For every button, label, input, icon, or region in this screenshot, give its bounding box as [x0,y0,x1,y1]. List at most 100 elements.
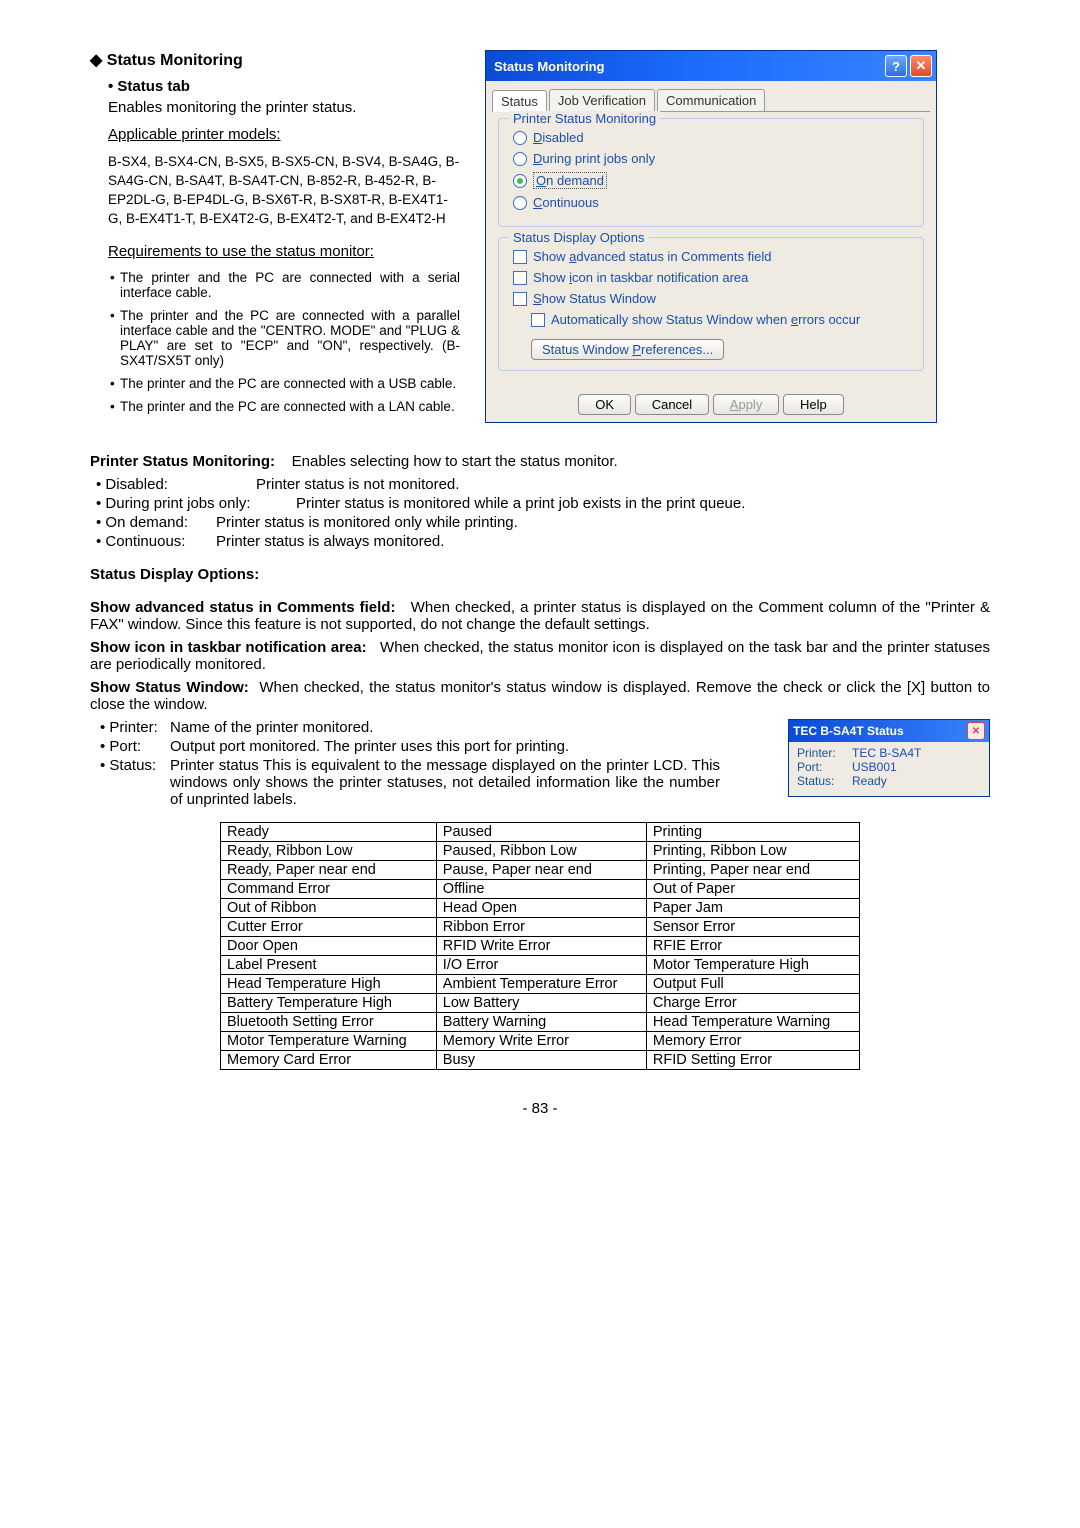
ok-button[interactable]: OK [578,394,631,415]
table-row: Memory Card ErrorBusyRFID Setting Error [221,1051,860,1070]
table-cell: Low Battery [436,994,646,1013]
psm-item-text: Printer status is not monitored. [256,476,459,493]
table-cell: Sensor Error [646,918,859,937]
table-row: Ready, Ribbon LowPaused, Ribbon LowPrint… [221,842,860,861]
help-icon[interactable]: ? [885,55,907,77]
psm-item-text: Printer status is monitored only while p… [216,514,518,531]
sw-status-value: Ready [852,774,887,788]
chk-status-window[interactable]: Show Status Window [513,291,913,306]
help-button[interactable]: Help [783,394,844,415]
table-cell: Memory Error [646,1032,859,1051]
sdo-icon-para: Show icon in taskbar notification area: … [90,639,990,673]
sdo-item-label: • Status: [100,757,170,808]
psm-heading: Printer Status Monitoring: [90,453,275,470]
cancel-button[interactable]: Cancel [635,394,709,415]
table-cell: Out of Ribbon [221,899,437,918]
radio-during-print[interactable]: During print jobs only [513,151,913,166]
chk-auto-show[interactable]: Automatically show Status Window when er… [531,312,913,327]
status-display-options-group: Status Display Options Show advanced sta… [498,237,924,371]
table-cell: Memory Card Error [221,1051,437,1070]
sdo-win-para: Show Status Window: When checked, the st… [90,679,990,713]
table-row: Door OpenRFID Write ErrorRFIE Error [221,937,860,956]
radio-on-demand[interactable]: On demand [513,172,913,189]
page-number: - 83 - [90,1100,990,1117]
table-cell: RFID Write Error [436,937,646,956]
table-row: ReadyPausedPrinting [221,823,860,842]
table-cell: Out of Paper [646,880,859,899]
group-legend: Status Display Options [509,230,649,245]
dialog-title: Status Monitoring [494,59,882,74]
requirements-list: •The printer and the PC are connected wi… [110,270,460,414]
section-title-text: Status Monitoring [107,52,243,69]
sdo-item-text: Printer status This is equivalent to the… [170,757,720,808]
radio-continuous[interactable]: Continuous [513,195,913,210]
sdo-adv-para: Show advanced status in Comments field: … [90,599,990,633]
requirements-label: Requirements to use the status monitor: [108,243,460,260]
req-item: •The printer and the PC are connected wi… [110,376,460,391]
table-cell: Battery Warning [436,1013,646,1032]
tab-status[interactable]: Status [492,90,547,112]
radio-disabled[interactable]: Disabled [513,130,913,145]
section-heading: ◆ Status Monitoring [90,50,460,70]
table-cell: I/O Error [436,956,646,975]
sw-port-label: Port: [797,760,852,774]
applicable-models: B-SX4, B-SX4-CN, B-SX5, B-SX5-CN, B-SV4,… [108,153,460,229]
psm-desc: Enables selecting how to start the statu… [292,453,618,470]
group-legend: Printer Status Monitoring [509,111,660,126]
apply-button[interactable]: Apply [713,394,780,415]
table-cell: Ambient Temperature Error [436,975,646,994]
dialog-button-row: OK Cancel Apply Help [486,391,936,422]
tab-communication[interactable]: Communication [657,89,765,111]
table-cell: Ready, Ribbon Low [221,842,437,861]
dialog-titlebar: Status Monitoring ? ✕ [486,51,936,81]
table-cell: Head Temperature Warning [646,1013,859,1032]
table-cell: Battery Temperature High [221,994,437,1013]
status-tab-label: • Status tab [108,78,460,95]
table-row: Out of RibbonHead OpenPaper Jam [221,899,860,918]
status-monitoring-dialog: Status Monitoring ? ✕ Status Job Verific… [485,50,937,423]
table-cell: Command Error [221,880,437,899]
table-cell: Printing, Ribbon Low [646,842,859,861]
close-icon[interactable]: ✕ [910,55,932,77]
sdo-heading: Status Display Options: [90,566,259,583]
chk-advanced-status[interactable]: Show advanced status in Comments field [513,249,913,264]
table-cell: Paper Jam [646,899,859,918]
table-cell: Cutter Error [221,918,437,937]
tab-row: Status Job Verification Communication [492,89,930,112]
table-row: Cutter ErrorRibbon ErrorSensor Error [221,918,860,937]
table-cell: Memory Write Error [436,1032,646,1051]
sw-port-value: USB001 [852,760,897,774]
status-tab-desc: Enables monitoring the printer status. [108,99,460,116]
req-item: •The printer and the PC are connected wi… [110,399,460,414]
req-item: •The printer and the PC are connected wi… [110,270,460,300]
table-cell: Door Open [221,937,437,956]
table-row: Head Temperature HighAmbient Temperature… [221,975,860,994]
status-window-preferences-button[interactable]: Status Window Preferences... [531,339,724,360]
tab-job-verification[interactable]: Job Verification [549,89,655,111]
status-win-title: TEC B-SA4T Status [793,724,967,738]
status-messages-table: ReadyPausedPrintingReady, Ribbon LowPaus… [220,822,860,1070]
table-cell: Ready [221,823,437,842]
psm-item-label: • During print jobs only: [96,495,296,512]
psm-list: • Disabled:Printer status is not monitor… [96,476,990,550]
chk-taskbar-icon[interactable]: Show icon in taskbar notification area [513,270,913,285]
table-cell: RFIE Error [646,937,859,956]
psm-item-label: • On demand: [96,514,216,531]
sdo-item-label: • Port: [100,738,170,755]
table-cell: Motor Temperature High [646,956,859,975]
printer-status-monitoring-group: Printer Status Monitoring Disabled Durin… [498,118,924,227]
table-cell: Printing [646,823,859,842]
table-cell: Head Temperature High [221,975,437,994]
table-row: Ready, Paper near endPause, Paper near e… [221,861,860,880]
close-icon[interactable]: ✕ [967,722,985,740]
sdo-item-label: • Printer: [100,719,170,736]
table-cell: Printing, Paper near end [646,861,859,880]
table-cell: Output Full [646,975,859,994]
table-cell: Paused [436,823,646,842]
table-cell: Ready, Paper near end [221,861,437,880]
table-cell: Pause, Paper near end [436,861,646,880]
table-cell: Head Open [436,899,646,918]
req-item: •The printer and the PC are connected wi… [110,308,460,368]
status-mini-window: TEC B-SA4T Status ✕ Printer:TEC B-SA4T P… [788,719,990,797]
psm-heading-row: Printer Status Monitoring: Enables selec… [90,453,990,470]
